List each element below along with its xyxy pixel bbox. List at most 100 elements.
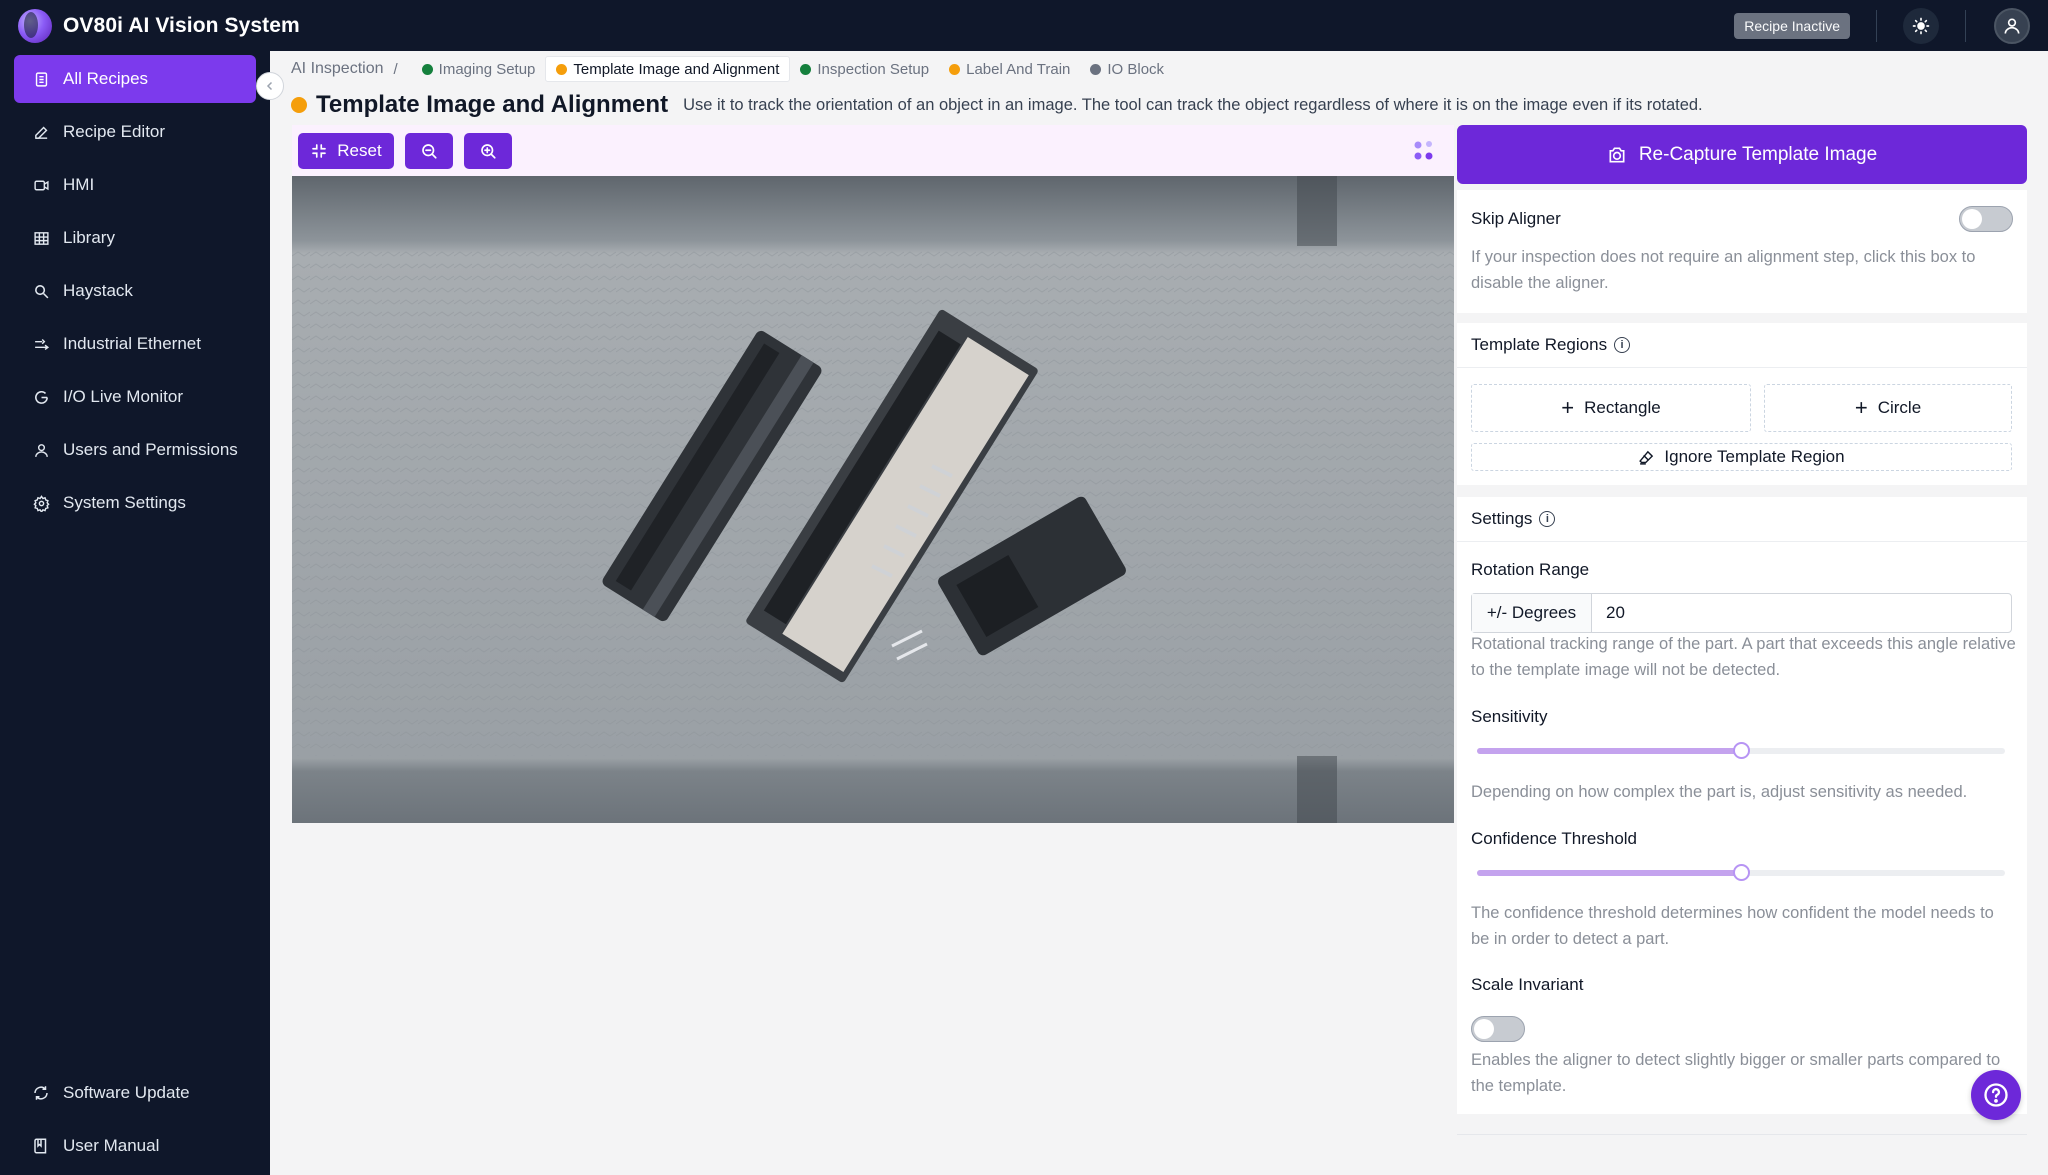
status-dot [291, 97, 307, 113]
sidebar-bottom-nav: Software Update User Manual [14, 1069, 256, 1175]
search-icon [32, 282, 50, 300]
ethernet-icon [32, 335, 50, 353]
confidence-threshold-slider[interactable] [1477, 864, 2005, 881]
plus-icon: + [1561, 395, 1575, 420]
sidebar: All Recipes Recipe Editor HMI Library Haysta… [0, 51, 270, 1175]
sidebar-item-system-settings[interactable]: System Settings [14, 479, 256, 527]
plus-icon: + [1854, 395, 1868, 420]
sidebar-item-users-and-permissions[interactable]: Users and Permissions [14, 426, 256, 474]
recapture-template-button[interactable]: Re-Capture Template Image [1457, 125, 2027, 184]
breadcrumb-steps: Imaging Setup Template Image and Alignmen… [412, 56, 1174, 82]
breadcrumb-separator: / [393, 60, 398, 78]
scale-invariant-toggle[interactable] [1471, 1016, 1525, 1042]
sidebar-item-software-update[interactable]: Software Update [14, 1069, 256, 1117]
top-bar: OV80i AI Vision System Recipe Inactive [0, 0, 2048, 51]
sidebar-item-hmi[interactable]: HMI [14, 161, 256, 209]
status-dot [800, 63, 812, 75]
step-io-block[interactable]: IO Block [1080, 56, 1174, 82]
app-title: OV80i AI Vision System [63, 13, 300, 37]
refresh-icon [32, 1084, 50, 1102]
monitor-icon [32, 388, 50, 406]
sidebar-item-haystack[interactable]: Haystack [14, 267, 256, 315]
question-icon [1984, 1083, 2008, 1107]
template-image-viewer[interactable] [292, 176, 1454, 823]
sidebar-item-label: Users and Permissions [63, 440, 238, 459]
status-dot [421, 63, 433, 75]
skip-aligner-card: Skip Aligner If your inspection does not… [1457, 190, 2027, 313]
grid-icon [32, 229, 50, 247]
pencil-icon [32, 123, 50, 141]
step-label: IO Block [1107, 60, 1165, 78]
status-dot [556, 63, 568, 75]
sensitivity-help: Depending on how complex the part is, ad… [1471, 783, 1968, 801]
sidebar-item-library[interactable]: Library [14, 214, 256, 262]
sidebar-item-label: User Manual [63, 1136, 160, 1155]
top-right-controls: Recipe Inactive [1734, 7, 2030, 44]
rectangle-label: Rectangle [1584, 398, 1661, 417]
rotation-range-input[interactable]: 20 [1592, 594, 2011, 632]
ignore-label: Ignore Template Region [1664, 447, 1845, 466]
step-label: Label And Train [966, 60, 1071, 78]
template-image [292, 176, 1454, 823]
add-rectangle-button[interactable]: + Rectangle [1471, 384, 1751, 432]
user-menu-button[interactable] [1994, 7, 2030, 44]
sidebar-nav: All Recipes Recipe Editor HMI Library Haysta… [0, 51, 270, 536]
ignore-template-region-button[interactable]: Ignore Template Region [1471, 443, 2012, 471]
step-label-and-train[interactable]: Label And Train [939, 56, 1080, 82]
sidebar-item-user-manual[interactable]: User Manual [14, 1122, 256, 1170]
scale-invariant-help: Enables the aligner to detect slightly b… [1471, 1051, 2001, 1095]
step-template-image-and-alignment[interactable]: Template Image and Alignment [545, 56, 791, 82]
divider [1965, 9, 1966, 42]
add-circle-button[interactable]: + Circle [1764, 384, 2012, 432]
collapse-sidebar-button[interactable] [256, 72, 284, 100]
rotation-range-input-group: +/- Degrees 20 [1471, 593, 2012, 633]
sensitivity-slider[interactable] [1477, 742, 2005, 759]
skip-aligner-toggle[interactable] [1959, 206, 2013, 232]
sidebar-item-i-o-live-monitor[interactable]: I/O Live Monitor [14, 373, 256, 421]
sidebar-item-label: Haystack [63, 281, 133, 300]
page-description: Use it to track the orientation of an ob… [683, 95, 1703, 114]
info-icon[interactable]: i [1614, 337, 1631, 353]
sidebar-item-label: I/O Live Monitor [63, 387, 183, 406]
sidebar-item-all-recipes[interactable]: All Recipes [14, 55, 256, 103]
step-inspection-setup[interactable]: Inspection Setup [790, 56, 939, 82]
book-icon [32, 1137, 50, 1155]
gear-icon [32, 494, 50, 512]
theme-toggle-button[interactable] [1903, 7, 1939, 44]
zoom-out-button[interactable] [405, 132, 453, 169]
user-icon [2004, 18, 2020, 34]
step-label: Template Image and Alignment [573, 60, 780, 78]
confidence-handle[interactable] [1733, 864, 1750, 881]
camera-icon [1609, 147, 1625, 162]
page-heading: Template Image and Alignment Use it to t… [291, 90, 1703, 120]
skip-aligner-help: If your inspection does not require an a… [1471, 248, 1976, 292]
confidence-threshold-help: The confidence threshold determines how … [1471, 904, 1994, 948]
settings-card: Settings i Rotation Range +/- Degrees 20… [1457, 497, 2027, 1114]
zoom-in-icon [481, 143, 496, 159]
confidence-threshold-label: Confidence Threshold [1471, 829, 1638, 848]
divider [1457, 1134, 2027, 1135]
sensitivity-handle[interactable] [1733, 742, 1750, 759]
step-label: Imaging Setup [438, 60, 536, 78]
help-button[interactable] [1971, 1070, 2021, 1120]
info-icon[interactable]: i [1539, 511, 1556, 527]
reset-button[interactable]: Reset [298, 132, 394, 169]
page-title: Template Image and Alignment [316, 91, 669, 118]
sidebar-item-label: Recipe Editor [63, 122, 166, 141]
breadcrumb: AI Inspection / Imaging Setup Template Im… [291, 56, 1174, 82]
sidebar-item-industrial-ethernet[interactable]: Industrial Ethernet [14, 320, 256, 368]
collapse-icon [312, 143, 327, 158]
reset-label: Reset [337, 140, 382, 160]
breadcrumb-root[interactable]: AI Inspection [291, 60, 384, 78]
step-imaging-setup[interactable]: Imaging Setup [412, 56, 546, 82]
sidebar-item-label: Software Update [63, 1083, 190, 1102]
rotation-unit: +/- Degrees [1472, 594, 1592, 632]
step-label: Inspection Setup [817, 60, 930, 78]
template-regions-card: Template Regions i + Rectangle + Circle … [1457, 323, 2027, 485]
eraser-icon [1639, 450, 1654, 465]
sensitivity-fill [1477, 748, 1741, 754]
status-dot [1090, 63, 1102, 75]
zoom-in-button[interactable] [464, 132, 512, 169]
settings-title: Settings [1471, 509, 1533, 528]
sidebar-item-recipe-editor[interactable]: Recipe Editor [14, 108, 256, 156]
